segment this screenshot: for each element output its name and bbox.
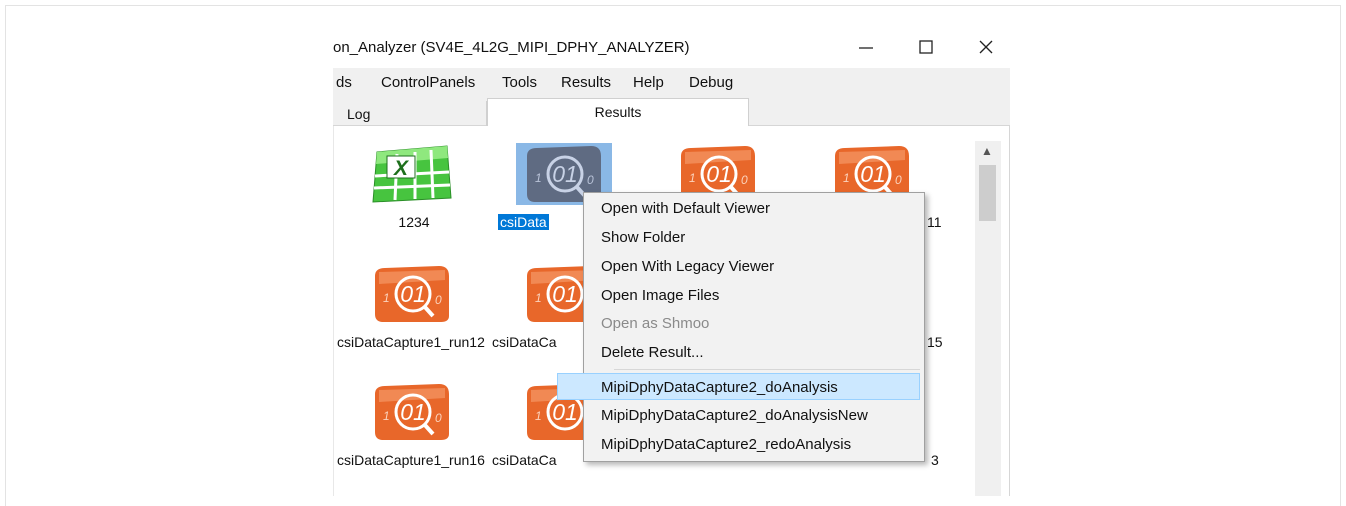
svg-text:01: 01 bbox=[706, 161, 732, 187]
svg-text:01: 01 bbox=[552, 399, 578, 425]
file-item-run16[interactable]: 1 01 0 csiDataCapture1_run16 bbox=[334, 380, 494, 480]
menu-delete-result[interactable]: Delete Result... bbox=[586, 339, 922, 366]
svg-text:1: 1 bbox=[535, 409, 542, 423]
svg-text:0: 0 bbox=[435, 293, 442, 307]
svg-text:01: 01 bbox=[552, 281, 578, 307]
menu-item-controlpanels[interactable]: ControlPanels bbox=[381, 74, 475, 91]
menu-item-debug[interactable]: Debug bbox=[689, 74, 733, 91]
menu-do-analysis[interactable]: MipiDphyDataCapture2_doAnalysis bbox=[557, 373, 920, 400]
menu-open-legacy-viewer[interactable]: Open With Legacy Viewer bbox=[586, 253, 922, 280]
scroll-thumb[interactable] bbox=[979, 165, 996, 221]
title-bar: on_Analyzer (SV4E_4L2G_MIPI_DPHY_ANALYZE… bbox=[333, 38, 1010, 60]
scroll-up-icon[interactable]: ▲ bbox=[981, 144, 993, 158]
window-title: on_Analyzer (SV4E_4L2G_MIPI_DPHY_ANALYZE… bbox=[333, 39, 690, 56]
close-button[interactable] bbox=[975, 38, 997, 60]
file-label: csiDataCapture1_run16 bbox=[337, 452, 485, 468]
menu-do-analysis-new[interactable]: MipiDphyDataCapture2_doAnalysisNew bbox=[586, 402, 922, 429]
menu-bar: ds ControlPanels Tools Results Help Debu… bbox=[333, 68, 1010, 98]
menu-open-default-viewer[interactable]: Open with Default Viewer bbox=[586, 195, 922, 222]
tab-results[interactable]: Results bbox=[487, 98, 749, 126]
svg-text:1: 1 bbox=[535, 171, 542, 185]
binary-data-file-icon: 1 01 0 bbox=[375, 266, 449, 322]
minimize-button[interactable] bbox=[855, 38, 877, 60]
menu-separator bbox=[614, 369, 920, 370]
svg-text:1: 1 bbox=[383, 291, 390, 305]
svg-text:X: X bbox=[393, 157, 410, 180]
file-item-run12[interactable]: 1 01 0 csiDataCapture1_run12 bbox=[334, 262, 494, 362]
vertical-scrollbar[interactable]: ▲ bbox=[975, 141, 1001, 496]
excel-file-icon: X bbox=[372, 145, 452, 203]
maximize-button[interactable] bbox=[915, 38, 937, 60]
svg-text:0: 0 bbox=[587, 173, 594, 187]
menu-item-help[interactable]: Help bbox=[633, 74, 664, 91]
svg-text:01: 01 bbox=[860, 161, 886, 187]
menu-item-ds[interactable]: ds bbox=[336, 74, 352, 91]
file-label: 1234 bbox=[398, 214, 430, 230]
svg-text:1: 1 bbox=[689, 171, 696, 185]
svg-text:01: 01 bbox=[552, 161, 578, 187]
tab-strip: Log Results bbox=[333, 98, 1010, 126]
menu-redo-analysis[interactable]: MipiDphyDataCapture2_redoAnalysis bbox=[586, 431, 922, 458]
maximize-icon bbox=[919, 40, 933, 54]
svg-text:1: 1 bbox=[843, 171, 850, 185]
menu-open-as-shmoo[interactable]: Open as Shmoo bbox=[586, 310, 922, 337]
context-menu: Open with Default Viewer Show Folder Ope… bbox=[557, 192, 925, 462]
file-item-1234[interactable]: X 1234 bbox=[334, 142, 494, 242]
menu-item-tools[interactable]: Tools bbox=[502, 74, 537, 91]
svg-text:01: 01 bbox=[400, 281, 426, 307]
menu-open-image-files[interactable]: Open Image Files bbox=[586, 282, 922, 309]
binary-data-file-icon: 1 01 0 bbox=[375, 384, 449, 440]
file-label: csiDataCapture1_run12 bbox=[337, 334, 485, 350]
svg-text:01: 01 bbox=[400, 399, 426, 425]
svg-text:0: 0 bbox=[895, 173, 902, 187]
minimize-icon bbox=[859, 47, 873, 49]
close-icon bbox=[979, 40, 993, 54]
svg-text:0: 0 bbox=[435, 411, 442, 425]
svg-text:1: 1 bbox=[383, 409, 390, 423]
menu-show-folder[interactable]: Show Folder bbox=[586, 224, 922, 251]
tab-log[interactable]: Log bbox=[333, 101, 487, 126]
menu-item-results[interactable]: Results bbox=[561, 74, 611, 91]
svg-text:1: 1 bbox=[535, 291, 542, 305]
svg-text:0: 0 bbox=[741, 173, 748, 187]
